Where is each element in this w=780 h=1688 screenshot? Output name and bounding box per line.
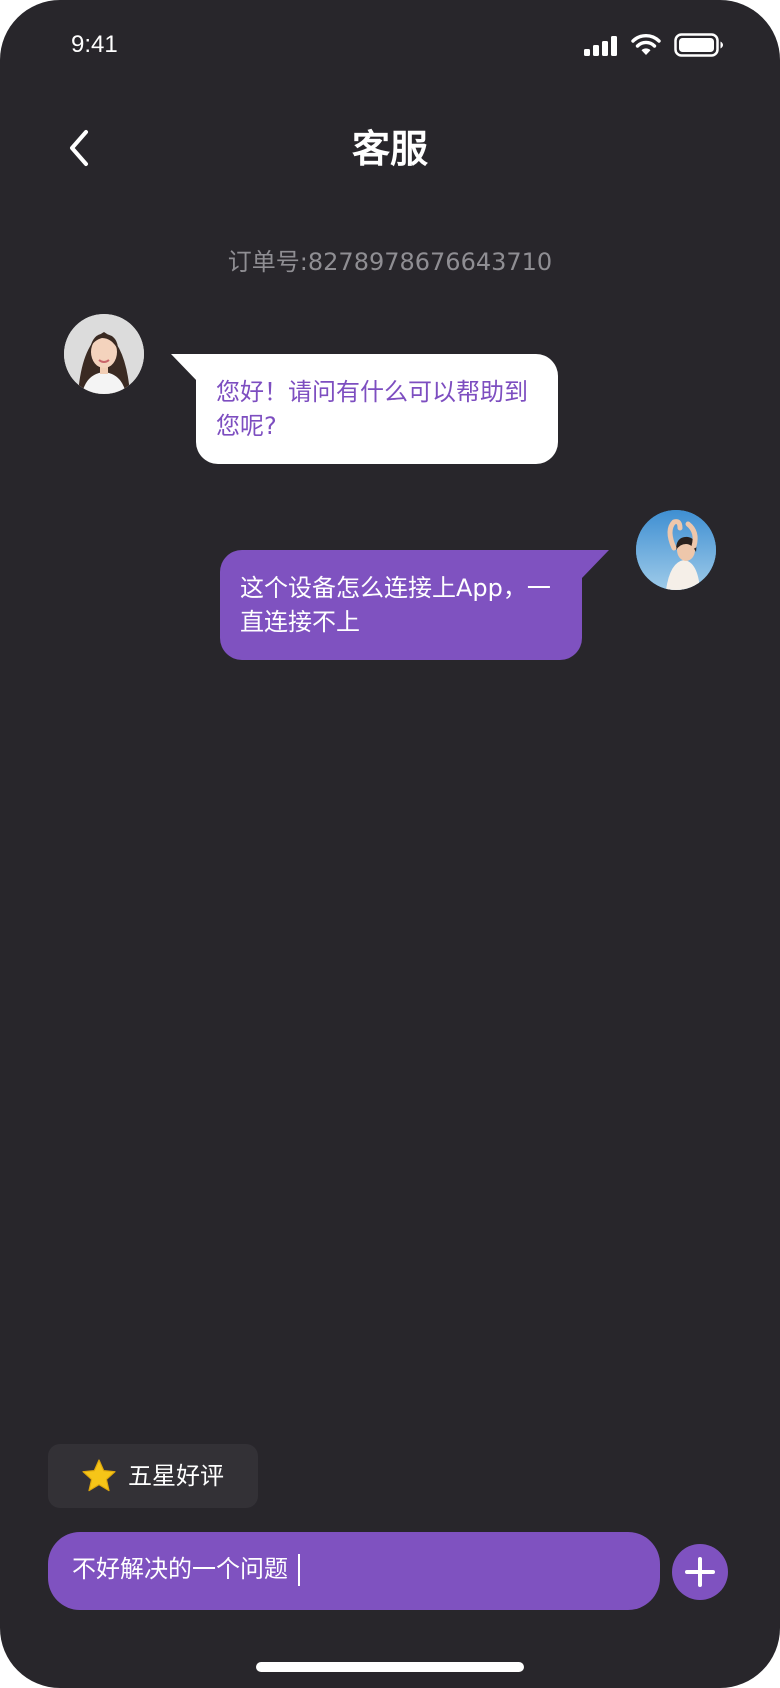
message-input-text-area[interactable]: 不好解决的一个问题: [72, 1552, 300, 1586]
user-message-bubble: 这个设备怎么连接上App，一直连接不上: [220, 550, 609, 660]
cellular-signal-icon: [584, 36, 617, 56]
battery-icon: [674, 33, 723, 57]
status-time: 9:41: [71, 31, 118, 58]
page-title: 客服: [351, 127, 428, 171]
chat-screen: 9:41 客服 订单号:8278978676643710 您好！请问有什么可以帮…: [0, 0, 780, 1688]
five-star-review-label: 五星好评: [128, 1462, 224, 1490]
star-icon: [82, 1459, 116, 1492]
text-caret: [298, 1554, 300, 1586]
message-input[interactable]: 不好解决的一个问题: [48, 1532, 660, 1610]
order-number: 订单号:8278978676643710: [227, 248, 553, 276]
agent-message-text: 您好！请问有什么可以帮助到您呢?: [216, 378, 528, 440]
status-icons: [584, 30, 752, 60]
user-avatar[interactable]: [636, 510, 716, 590]
agent-message-bubble: 您好！请问有什么可以帮助到您呢?: [171, 354, 558, 464]
user-message-text: 这个设备怎么连接上App，一直连接不上: [240, 574, 551, 636]
five-star-review-chip[interactable]: 五星好评: [48, 1444, 258, 1508]
agent-portrait: [64, 314, 144, 394]
agent-avatar[interactable]: [64, 314, 144, 394]
plus-icon: [685, 1557, 715, 1587]
home-indicator[interactable]: [256, 1662, 524, 1672]
user-portrait: [636, 510, 716, 590]
wifi-icon: [631, 34, 661, 55]
message-input-value: 不好解决的一个问题: [72, 1555, 288, 1583]
add-attachment-button[interactable]: [672, 1544, 728, 1600]
